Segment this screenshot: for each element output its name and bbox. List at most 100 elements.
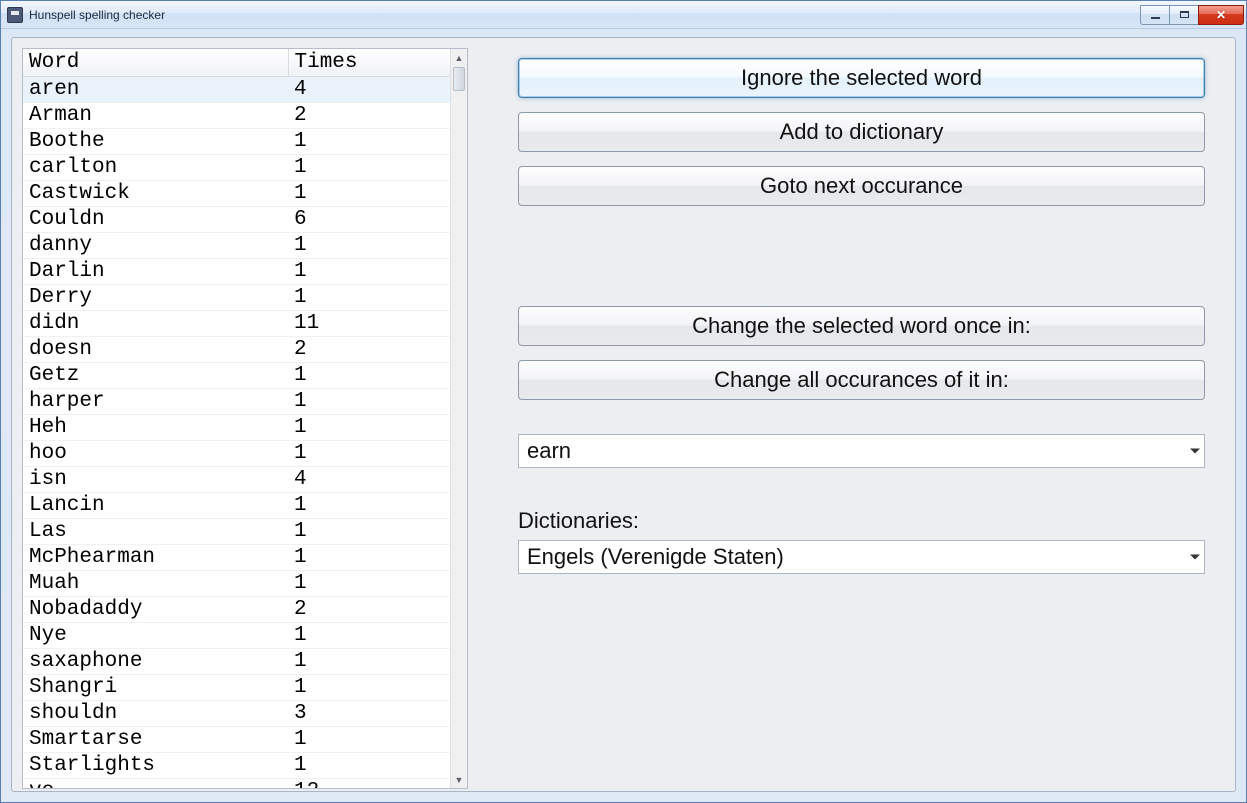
words-table[interactable]: Word Times aren4Arman2Boothe1carlton1Cas… [23, 49, 450, 788]
cell-times: 1 [288, 155, 450, 181]
cell-word: carlton [23, 155, 288, 181]
app-icon [7, 7, 23, 23]
right-panel: Ignore the selected word Add to dictiona… [518, 58, 1205, 594]
window-title: Hunspell spelling checker [29, 8, 165, 22]
cell-times: 1 [288, 259, 450, 285]
cell-times: 6 [288, 207, 450, 233]
table-row[interactable]: harper1 [23, 389, 450, 415]
table-row[interactable]: aren4 [23, 77, 450, 103]
table-row[interactable]: Lancin1 [23, 493, 450, 519]
change-once-button[interactable]: Change the selected word once in: [518, 306, 1205, 346]
client-area: Word Times aren4Arman2Boothe1carlton1Cas… [11, 37, 1236, 792]
table-row[interactable]: Heh1 [23, 415, 450, 441]
table-row[interactable]: shouldn3 [23, 701, 450, 727]
change-all-button-label: Change all occurances of it in: [714, 367, 1009, 393]
cell-times: 1 [288, 129, 450, 155]
cell-word: Boothe [23, 129, 288, 155]
table-row[interactable]: ve12 [23, 779, 450, 789]
col-header-times[interactable]: Times [288, 49, 450, 77]
maximize-icon [1180, 11, 1189, 18]
chevron-down-icon [1190, 449, 1200, 454]
dictionaries-combo[interactable]: Engels (Verenigde Staten) [518, 540, 1205, 574]
table-row[interactable]: doesn2 [23, 337, 450, 363]
cell-times: 1 [288, 181, 450, 207]
scroll-thumb[interactable] [453, 67, 465, 91]
dictionaries-value: Engels (Verenigde Staten) [527, 544, 784, 570]
cell-word: Castwick [23, 181, 288, 207]
table-row[interactable]: Getz1 [23, 363, 450, 389]
cell-word: shouldn [23, 701, 288, 727]
cell-word: Lancin [23, 493, 288, 519]
table-row[interactable]: Muah1 [23, 571, 450, 597]
cell-times: 1 [288, 675, 450, 701]
cell-word: hoo [23, 441, 288, 467]
goto-next-button-label: Goto next occurance [760, 173, 963, 199]
table-row[interactable]: saxaphone1 [23, 649, 450, 675]
table-row[interactable]: Nye1 [23, 623, 450, 649]
cell-word: Couldn [23, 207, 288, 233]
cell-word: Las [23, 519, 288, 545]
table-row[interactable]: didn11 [23, 311, 450, 337]
cell-word: ve [23, 779, 288, 789]
cell-word: aren [23, 77, 288, 103]
scroll-down-arrow-icon[interactable]: ▼ [451, 771, 467, 788]
close-button[interactable]: ✕ [1198, 5, 1244, 25]
table-row[interactable]: McPhearman1 [23, 545, 450, 571]
table-row[interactable]: Arman2 [23, 103, 450, 129]
minimize-button[interactable] [1140, 5, 1170, 25]
words-table-scroll[interactable]: Word Times aren4Arman2Boothe1carlton1Cas… [23, 49, 450, 788]
cell-times: 1 [288, 233, 450, 259]
cell-times: 4 [288, 467, 450, 493]
ignore-button[interactable]: Ignore the selected word [518, 58, 1205, 98]
cell-word: Darlin [23, 259, 288, 285]
maximize-button[interactable] [1169, 5, 1199, 25]
add-dictionary-button[interactable]: Add to dictionary [518, 112, 1205, 152]
goto-next-button[interactable]: Goto next occurance [518, 166, 1205, 206]
table-row[interactable]: Las1 [23, 519, 450, 545]
cell-word: Nye [23, 623, 288, 649]
cell-word: harper [23, 389, 288, 415]
cell-word: Muah [23, 571, 288, 597]
cell-word: Arman [23, 103, 288, 129]
table-row[interactable]: hoo1 [23, 441, 450, 467]
table-row[interactable]: carlton1 [23, 155, 450, 181]
cell-word: Getz [23, 363, 288, 389]
cell-times: 1 [288, 389, 450, 415]
cell-times: 1 [288, 623, 450, 649]
cell-word: Nobadaddy [23, 597, 288, 623]
table-row[interactable]: Darlin1 [23, 259, 450, 285]
table-row[interactable]: isn4 [23, 467, 450, 493]
cell-times: 1 [288, 571, 450, 597]
vertical-scrollbar[interactable]: ▲ ▼ [450, 49, 467, 788]
dictionaries-label: Dictionaries: [518, 508, 1205, 534]
table-row[interactable]: Smartarse1 [23, 727, 450, 753]
cell-times: 11 [288, 311, 450, 337]
cell-word: Shangri [23, 675, 288, 701]
table-row[interactable]: Castwick1 [23, 181, 450, 207]
cell-times: 1 [288, 415, 450, 441]
table-row[interactable]: Nobadaddy2 [23, 597, 450, 623]
table-row[interactable]: Couldn6 [23, 207, 450, 233]
app-window: Hunspell spelling checker ✕ Word Times a… [0, 0, 1247, 803]
scroll-up-arrow-icon[interactable]: ▲ [451, 49, 467, 66]
cell-word: isn [23, 467, 288, 493]
table-row[interactable]: danny1 [23, 233, 450, 259]
suggestion-combo[interactable]: earn [518, 434, 1205, 468]
table-row[interactable]: Starlights1 [23, 753, 450, 779]
ignore-button-label: Ignore the selected word [741, 65, 982, 91]
table-row[interactable]: Shangri1 [23, 675, 450, 701]
table-row[interactable]: Derry1 [23, 285, 450, 311]
cell-times: 12 [288, 779, 450, 789]
titlebar[interactable]: Hunspell spelling checker ✕ [1, 1, 1246, 29]
cell-times: 3 [288, 701, 450, 727]
cell-times: 2 [288, 103, 450, 129]
cell-word: Heh [23, 415, 288, 441]
cell-times: 4 [288, 77, 450, 103]
cell-word: Smartarse [23, 727, 288, 753]
table-row[interactable]: Boothe1 [23, 129, 450, 155]
add-dictionary-button-label: Add to dictionary [780, 119, 944, 145]
change-all-button[interactable]: Change all occurances of it in: [518, 360, 1205, 400]
cell-times: 1 [288, 545, 450, 571]
suggestion-value: earn [527, 438, 571, 464]
col-header-word[interactable]: Word [23, 49, 288, 77]
